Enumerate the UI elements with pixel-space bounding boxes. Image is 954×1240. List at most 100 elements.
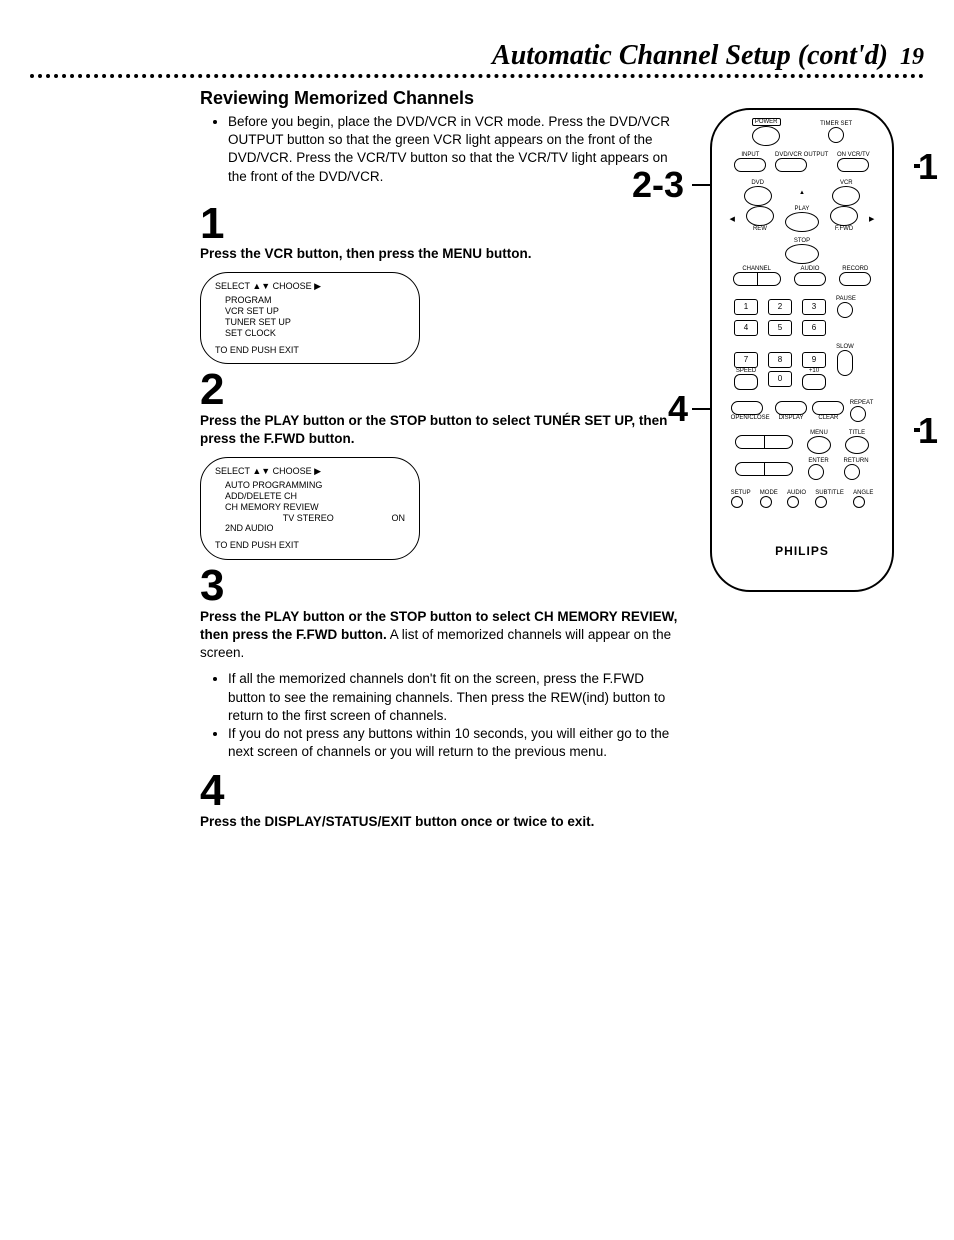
enter-label: ENTER [808, 458, 828, 464]
menu-screen-2: SELECT ▲▼ CHOOSE ▶ AUTO PROGRAMMING ADD/… [200, 457, 420, 561]
num-2: 2 [768, 299, 792, 315]
callout-2-3: 2-3 [632, 164, 684, 206]
input-button [734, 158, 766, 172]
dvd-label: DVD [744, 180, 772, 186]
record-button [839, 272, 871, 286]
t: F.FWD [296, 627, 337, 642]
slow-label: SLOW [836, 344, 854, 350]
power-label: POWER [752, 118, 781, 126]
enter-button [808, 464, 824, 480]
remote-brand: PHILIPS [712, 544, 892, 558]
stop-button [785, 244, 819, 264]
ffwd-label: F.FWD [830, 226, 858, 232]
title-label: TITLE [845, 430, 869, 436]
menu2-item: 2ND AUDIO [225, 523, 405, 534]
page-title: Automatic Channel Setup (cont'd) [492, 40, 888, 71]
t: button or the [299, 609, 390, 624]
page-number: 19 [900, 44, 924, 70]
t: then press the [200, 627, 296, 642]
t: F.FWD [264, 431, 305, 446]
step-4-text: Press the DISPLAY/STATUS/EXIT button onc… [200, 813, 680, 831]
step-3-bullets: If all the memorized channels don't fit … [200, 670, 680, 761]
ffwd-button [830, 206, 858, 226]
output-label: DVD/VCR OUTPUT [775, 152, 828, 158]
mode-label: MODE [760, 490, 778, 496]
num-6: 6 [802, 320, 826, 336]
menu1-item: PROGRAM [225, 295, 405, 306]
menu1-header: SELECT ▲▼ CHOOSE ▶ [215, 281, 405, 292]
menu2-header: SELECT ▲▼ CHOOSE ▶ [215, 466, 405, 477]
rew-button [746, 206, 774, 226]
clear-button [812, 401, 844, 415]
num-4: 4 [734, 320, 758, 336]
num-3: 3 [802, 299, 826, 315]
menu2-item: AUTO PROGRAMMING [225, 480, 405, 491]
remote-column: 2-3 1 4 1 POWER TIMER SET [700, 88, 950, 592]
vcr-button [832, 186, 860, 206]
step-4-number: 4 [200, 771, 680, 811]
page-header: Automatic Channel Setup (cont'd) 19 [30, 40, 924, 72]
audio2-button [787, 496, 799, 508]
t: button to select [426, 609, 534, 624]
power-button [752, 126, 780, 146]
channel-pill [733, 272, 781, 286]
step-3-text: Press the PLAY button or the STOP button… [200, 608, 680, 663]
pause-button [837, 302, 853, 318]
setup-label: SETUP [731, 490, 751, 496]
remote-diagram: POWER TIMER SET INPUT DVD/VCR OUTPUT ON … [710, 108, 894, 592]
t: STOP [390, 413, 426, 428]
openclose-label: OPEN/CLOSE [731, 415, 770, 421]
num-1: 1 [734, 299, 758, 315]
num-7: 7 [734, 352, 758, 368]
openclose-button [731, 401, 763, 415]
t: button once or twice to exit. [411, 814, 594, 829]
main-column: Reviewing Memorized Channels Before you … [200, 88, 680, 839]
subtitle-button [815, 496, 827, 508]
dotted-divider [30, 74, 924, 78]
t: STOP [390, 609, 426, 624]
return-label: RETURN [844, 458, 869, 464]
nav-pill-2 [735, 462, 793, 476]
vcrtv-button [837, 158, 869, 172]
angle-label: ANGLE [853, 490, 873, 496]
menu1-item: SET CLOCK [225, 328, 405, 339]
t: Press the [200, 814, 265, 829]
step-1-text: Press the VCR button, then press the MEN… [200, 245, 680, 263]
timer-label: TIMER SET [820, 121, 852, 127]
t: CH MEMORY REVIEW, [534, 609, 677, 624]
t: Press the [200, 413, 265, 428]
t: TUNÉR SET UP, [534, 413, 635, 428]
stop-label: STOP [785, 238, 819, 244]
num-5: 5 [768, 320, 792, 336]
menu2-item: TV STEREO ON [225, 513, 405, 524]
t: PLAY [265, 413, 300, 428]
t: button. [305, 431, 354, 446]
audio2-label: AUDIO [787, 490, 806, 496]
step-2-text: Press the PLAY button or the STOP button… [200, 412, 680, 448]
menu2-footer: TO END PUSH EXIT [215, 540, 405, 551]
mode-button [760, 496, 772, 508]
play-button [785, 212, 819, 232]
t: DISPLAY/STATUS/EXIT [265, 814, 412, 829]
menu2-items: AUTO PROGRAMMING ADD/DELETE CH CH MEMORY… [215, 480, 405, 534]
repeat-button [850, 406, 866, 422]
menu1-item: TUNER SET UP [225, 317, 405, 328]
num-0: 0 [768, 371, 792, 387]
step-3-number: 3 [200, 566, 680, 606]
t: PLAY [265, 609, 300, 624]
display-label: DISPLAY [775, 415, 807, 421]
plus10-label: +10 [802, 368, 826, 374]
lbl: TV STEREO [283, 513, 334, 524]
t: button to select [426, 413, 534, 428]
subtitle-label: SUBTITLE [815, 490, 844, 496]
plus10-button [802, 374, 826, 390]
step-2-number: 2 [200, 370, 680, 410]
menu1-footer: TO END PUSH EXIT [215, 345, 405, 356]
menu1-item: VCR SET UP [225, 306, 405, 317]
rew-label: REW [746, 226, 774, 232]
setup-button [731, 496, 743, 508]
display-button [775, 401, 807, 415]
intro-bullets: Before you begin, place the DVD/VCR in V… [200, 113, 680, 186]
t: button or the [299, 413, 390, 428]
step3-bullet: If you do not press any buttons within 1… [228, 725, 680, 761]
